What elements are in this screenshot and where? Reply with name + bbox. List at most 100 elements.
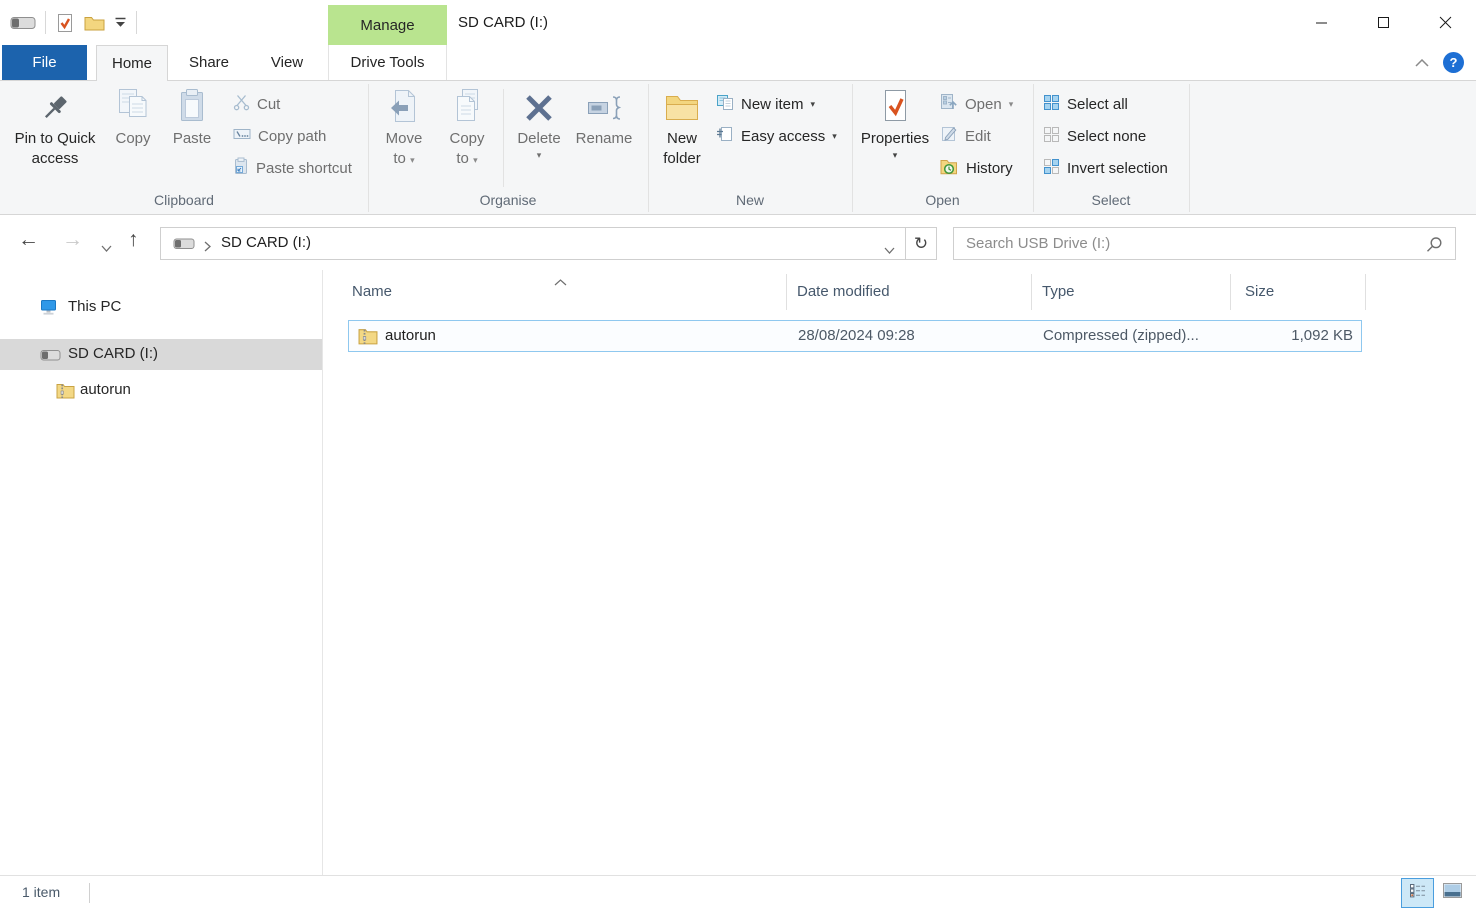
window-title: SD CARD (I:) — [458, 14, 548, 31]
tab-share[interactable]: Share — [168, 45, 250, 80]
column-header-size[interactable]: Size — [1245, 283, 1274, 300]
paste-button[interactable]: Paste — [163, 86, 221, 192]
thumbnail-view-button[interactable] — [1436, 878, 1469, 908]
forward-icon[interactable]: → — [62, 229, 83, 250]
chevron-down-icon: ▾ — [410, 155, 415, 165]
delete-button[interactable]: Delete ▾ — [510, 86, 568, 192]
tab-manage[interactable]: Manage — [328, 5, 447, 45]
qat-new-folder-icon[interactable] — [84, 15, 105, 31]
edit-button[interactable]: Edit — [940, 124, 991, 148]
minimize-button[interactable] — [1290, 0, 1352, 45]
new-folder-button[interactable]: New folder — [652, 86, 712, 192]
copy-path-icon — [233, 127, 251, 145]
rename-button[interactable]: Rename — [572, 86, 636, 192]
chevron-down-icon: ▾ — [893, 150, 898, 161]
refresh-button[interactable]: ↻ — [905, 227, 937, 260]
titlebar: Manage SD CARD (I:) — [0, 0, 1476, 45]
breadcrumb-location[interactable]: SD CARD (I:) — [221, 234, 311, 251]
ribbon: Pin to Quick access Copy Paste Cut Copy … — [0, 81, 1476, 215]
tab-file[interactable]: File — [2, 45, 87, 80]
new-folder-icon — [664, 86, 700, 124]
pin-to-quick-access-button[interactable]: Pin to Quick access — [8, 86, 102, 192]
up-icon[interactable]: ↑ — [128, 229, 139, 250]
search-icon[interactable] — [1426, 236, 1443, 258]
open-icon — [940, 93, 958, 115]
edit-icon — [940, 125, 958, 147]
breadcrumb-chevron-icon[interactable] — [204, 239, 211, 257]
cut-button[interactable]: Cut — [233, 92, 280, 116]
tab-home[interactable]: Home — [96, 45, 168, 81]
select-none-icon — [1043, 126, 1060, 147]
easy-access-icon — [716, 125, 734, 147]
button-separator — [503, 89, 504, 187]
group-label-clipboard: Clipboard — [0, 192, 368, 208]
rename-icon — [586, 86, 622, 124]
maximize-button[interactable] — [1352, 0, 1414, 45]
tab-drive-tools[interactable]: Drive Tools — [328, 45, 447, 80]
copy-path-button[interactable]: Copy path — [233, 124, 326, 148]
ribbon-tabs: File Home Share View Drive Tools ? — [0, 45, 1476, 81]
tab-view[interactable]: View — [250, 45, 324, 80]
qat-separator — [45, 11, 46, 34]
status-bar: 1 item — [0, 875, 1476, 909]
details-view-button[interactable] — [1401, 878, 1434, 908]
quick-access-toolbar — [10, 0, 146, 45]
sort-ascending-icon[interactable] — [554, 273, 567, 291]
close-button[interactable] — [1414, 0, 1476, 45]
history-icon — [940, 158, 959, 179]
properties-icon — [879, 86, 911, 124]
drive-icon — [40, 349, 61, 366]
new-item-button[interactable]: New item ▾ — [716, 92, 815, 116]
refresh-icon: ↻ — [914, 234, 928, 254]
history-button[interactable]: History — [940, 156, 1013, 180]
file-row-autorun[interactable]: autorun 28/08/2024 09:28 Compressed (zip… — [348, 320, 1362, 352]
column-separator[interactable] — [786, 274, 787, 310]
details-view-icon — [1409, 883, 1426, 903]
column-separator[interactable] — [1365, 274, 1366, 310]
column-header-date-modified[interactable]: Date modified — [797, 283, 890, 300]
select-all-icon — [1043, 94, 1060, 115]
copy-button[interactable]: Copy — [106, 86, 160, 192]
zip-file-icon — [56, 382, 75, 403]
collapse-ribbon-icon[interactable] — [1407, 59, 1437, 67]
column-header-name[interactable]: Name — [352, 283, 392, 300]
copy-to-button[interactable]: Copy to ▾ — [438, 86, 496, 192]
column-separator[interactable] — [1031, 274, 1032, 310]
easy-access-button[interactable]: Easy access ▾ — [716, 124, 837, 148]
navigation-bar: ← → ↑ SD CARD (I:) ↻ — [0, 216, 1476, 270]
column-separator[interactable] — [1230, 274, 1231, 310]
qat-customize-icon[interactable] — [114, 17, 127, 29]
address-bar[interactable]: SD CARD (I:) — [160, 227, 906, 260]
select-none-button[interactable]: Select none — [1043, 124, 1146, 148]
qat-properties-icon[interactable] — [55, 12, 75, 34]
paste-shortcut-button[interactable]: Paste shortcut — [233, 156, 352, 180]
search-input[interactable] — [966, 228, 1406, 259]
move-to-button[interactable]: Move to ▾ — [376, 86, 432, 192]
select-all-button[interactable]: Select all — [1043, 92, 1128, 116]
help-icon[interactable]: ? — [1443, 52, 1464, 73]
column-header-type[interactable]: Type — [1042, 283, 1075, 300]
address-dropdown-chevron-icon[interactable] — [884, 241, 895, 259]
open-button[interactable]: Open ▾ — [940, 92, 1013, 116]
file-date-modified: 28/08/2024 09:28 — [798, 327, 915, 344]
file-size: 1,092 KB — [1213, 327, 1353, 344]
sidebar-item-autorun[interactable]: autorun — [0, 376, 322, 406]
group-label-select: Select — [1033, 192, 1189, 208]
search-box[interactable] — [953, 227, 1456, 260]
status-separator — [89, 883, 90, 903]
navigation-pane: This PC SD CARD (I:) autorun — [0, 270, 323, 875]
pushpin-icon — [39, 86, 71, 124]
back-icon[interactable]: ← — [18, 229, 39, 250]
scissors-icon — [233, 94, 250, 115]
invert-selection-button[interactable]: Invert selection — [1043, 156, 1168, 180]
recent-locations-chevron-icon[interactable] — [101, 239, 112, 257]
file-list: Name Date modified Type Size autorun 28/… — [324, 270, 1476, 875]
sidebar-item-sd-card[interactable]: SD CARD (I:) — [0, 339, 322, 370]
sidebar-item-this-pc[interactable]: This PC — [0, 292, 322, 322]
properties-button[interactable]: Properties ▾ — [858, 86, 932, 192]
group-label-organise: Organise — [368, 192, 648, 208]
copy-to-icon — [450, 86, 484, 124]
this-pc-icon — [40, 299, 59, 320]
thumbnail-view-icon — [1443, 883, 1462, 903]
drive-icon — [173, 237, 195, 256]
